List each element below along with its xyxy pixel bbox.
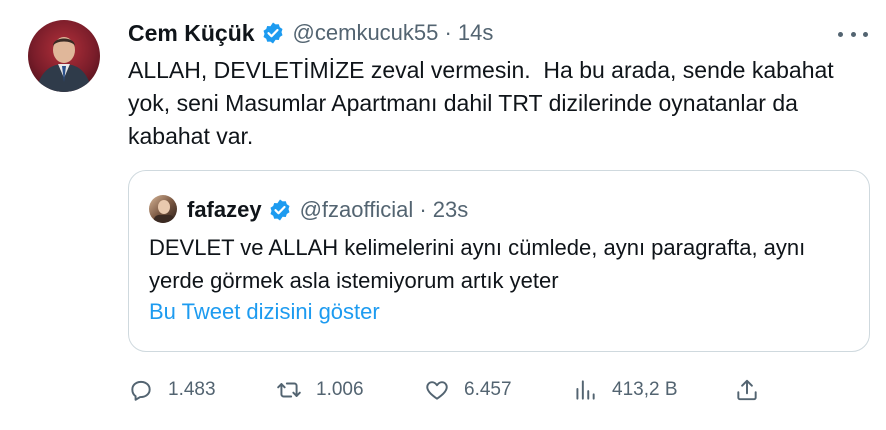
tweet-text: ALLAH, DEVLETİMİZE zeval vermesin. Ha bu… [128, 57, 841, 149]
author-handle[interactable]: @cemkucuk55 · 14s [293, 20, 494, 46]
more-options-icon[interactable] [838, 24, 868, 44]
retweet-icon [277, 382, 301, 398]
views-count: 413,2 B [612, 379, 678, 400]
quoted-text: DEVLET ve ALLAH kelimelerini aynı cümled… [149, 235, 806, 293]
tweet-header: Cem Küçük @cemkucuk55 · 14s [128, 18, 493, 48]
verified-badge-icon [270, 199, 290, 221]
verified-badge-icon [263, 22, 283, 44]
author-avatar[interactable] [28, 20, 100, 92]
show-thread-link[interactable]: Bu Tweet dizisini göster [149, 299, 380, 325]
share-icon [737, 379, 757, 401]
quoted-author-handle[interactable]: @fzaofficial · 23s [300, 197, 469, 223]
reply-button[interactable]: 1.483 [128, 370, 216, 410]
heart-icon [426, 381, 448, 400]
retweet-count: 1.006 [316, 379, 364, 400]
reply-icon [131, 380, 151, 401]
views-button[interactable]: 413,2 B [572, 370, 678, 410]
like-button[interactable]: 6.457 [424, 370, 512, 410]
quoted-header: fafazey @fzaofficial · 23s [187, 195, 468, 225]
quoted-author-avatar [149, 195, 177, 223]
action-bar: 1.483 1.006 6.457 413,2 B [128, 370, 768, 410]
share-button[interactable] [734, 370, 760, 410]
views-chart-icon [576, 380, 595, 400]
quoted-tweet[interactable]: fafazey @fzaofficial · 23s DEVLET ve ALL… [128, 170, 870, 352]
author-name[interactable]: Cem Küçük [128, 20, 255, 47]
reply-count: 1.483 [168, 379, 216, 400]
quoted-author-name[interactable]: fafazey [187, 197, 262, 223]
like-count: 6.457 [464, 379, 512, 400]
retweet-button[interactable]: 1.006 [276, 370, 364, 410]
